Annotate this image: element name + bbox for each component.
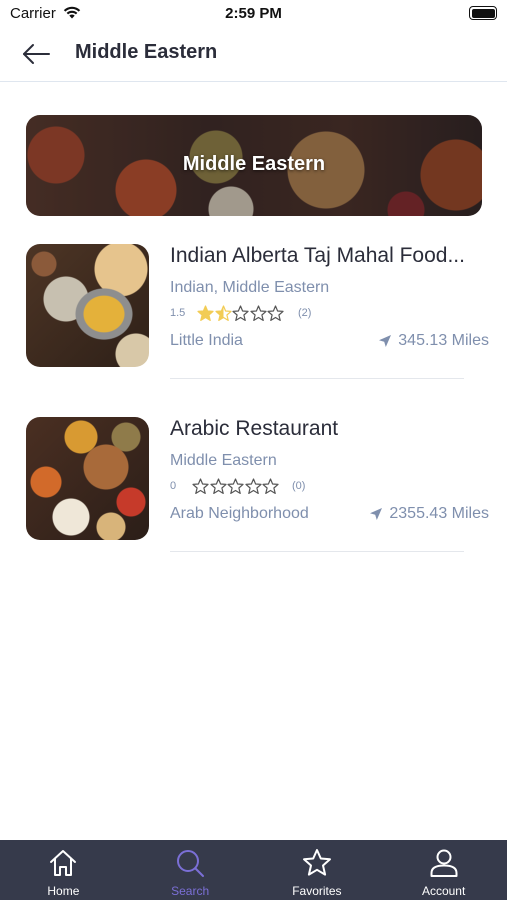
restaurant-name: Indian Alberta Taj Mahal Food...	[170, 244, 465, 267]
restaurant-item[interactable]: Indian Alberta Taj Mahal Food... Indian,…	[0, 244, 507, 394]
star-rating	[192, 478, 280, 495]
rating-value: 0	[170, 480, 177, 492]
tab-search[interactable]: Search	[127, 840, 254, 900]
search-icon	[177, 850, 205, 877]
restaurant-thumbnail	[26, 417, 149, 540]
star-empty-icon	[262, 478, 279, 494]
tab-bar: Home Search Favorites Account	[0, 840, 507, 900]
restaurant-thumbnail	[26, 244, 149, 367]
star-empty-icon	[209, 478, 227, 494]
star-half-icon	[214, 305, 232, 321]
restaurant-cuisines: Indian, Middle Eastern	[170, 279, 330, 296]
star-filled-icon	[197, 305, 214, 321]
back-button[interactable]	[20, 40, 54, 68]
restaurant-name: Arabic Restaurant	[170, 417, 339, 440]
star-empty-icon	[249, 305, 267, 321]
tab-favorites[interactable]: Favorites	[254, 840, 381, 900]
star-rating	[197, 305, 285, 322]
distance-label: 345.13 Miles	[398, 332, 489, 349]
review-count: (2)	[298, 307, 312, 319]
location-arrow-icon	[370, 508, 383, 520]
review-count: (0)	[292, 480, 306, 492]
tab-label: Search	[171, 884, 210, 898]
home-icon	[50, 850, 77, 876]
battery-icon	[469, 6, 497, 20]
tab-label: Account	[421, 884, 466, 898]
restaurant-area: Arab Neighborhood	[170, 505, 309, 522]
status-bar: Carrier 2:59 PM	[0, 0, 507, 28]
tab-label: Favorites	[292, 884, 342, 898]
star-empty-icon	[227, 478, 244, 494]
star-empty-icon	[244, 478, 262, 494]
star-empty-icon	[192, 478, 209, 494]
restaurant-area: Little India	[170, 332, 243, 349]
restaurant-distance: 345.13 Miles	[378, 332, 489, 350]
tab-account[interactable]: Account	[380, 840, 507, 900]
user-icon	[430, 849, 458, 877]
star-empty-icon	[267, 305, 284, 321]
tab-label: Home	[47, 884, 80, 898]
nav-header: Middle Eastern	[0, 28, 507, 82]
divider	[170, 551, 464, 552]
restaurant-cuisines: Middle Eastern	[170, 452, 277, 469]
star-empty-icon	[232, 305, 249, 321]
rating-value: 1.5	[170, 307, 186, 319]
banner-title: Middle Eastern	[182, 153, 326, 175]
category-banner[interactable]: Middle Eastern	[26, 115, 482, 216]
divider	[170, 378, 464, 379]
clock-time: 2:59 PM	[225, 5, 282, 22]
tab-home[interactable]: Home	[0, 840, 127, 900]
arrow-left-icon	[23, 44, 50, 64]
star-icon	[302, 849, 331, 876]
page-title: Middle Eastern	[75, 41, 218, 63]
location-arrow-icon	[379, 335, 392, 347]
restaurant-item[interactable]: Arabic Restaurant Middle Eastern 0 (0) A…	[0, 417, 507, 567]
restaurant-distance: 2355.43 Miles	[369, 505, 489, 523]
distance-label: 2355.43 Miles	[389, 505, 489, 522]
